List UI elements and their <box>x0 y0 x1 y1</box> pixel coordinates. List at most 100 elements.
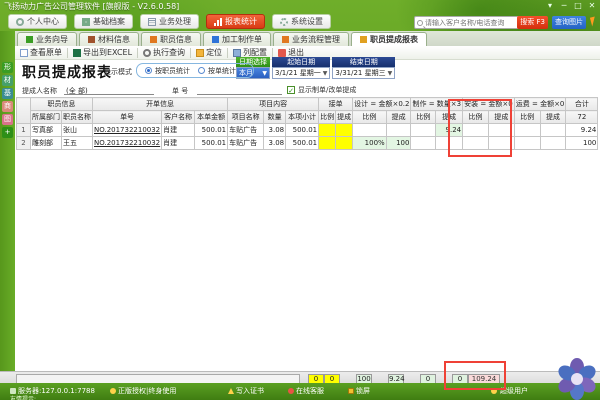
toolbar-view-order-button[interactable]: 查看原单 <box>15 47 67 58</box>
menu-item-4[interactable]: 报表统计 <box>206 14 265 29</box>
qty-cell: 3.08 <box>264 124 286 137</box>
window-close-icon[interactable]: ✕ <box>587 1 597 10</box>
status-item-label: 写入证书 <box>236 386 264 396</box>
export-excel-icon <box>73 49 81 57</box>
status-item-3[interactable]: 写入证书 <box>228 386 264 396</box>
header-sub-cell: 职员名称 <box>62 111 93 124</box>
header-sub-cell: 比例 <box>319 111 336 124</box>
user-icon <box>16 18 24 26</box>
commission-cell <box>514 124 540 137</box>
commission-cell[interactable] <box>319 137 336 150</box>
tab-bar: 业务向导 材料信息 职员信息 加工制作单 业务流程管理职员提成报表 <box>15 31 600 46</box>
image-query-button[interactable]: 查询图片 <box>552 16 586 29</box>
date-end-select[interactable]: 3/31/21 星期三▼ <box>332 67 395 79</box>
item-subtotal-cell: 500.01 <box>286 124 319 137</box>
status-item-5[interactable]: 锁屏 <box>348 386 370 396</box>
tab-label: 材料信息 <box>98 34 130 45</box>
tab-4[interactable]: 加工制作单 <box>203 32 271 46</box>
header-group-cell: 职员信息 <box>31 98 93 111</box>
tab-3[interactable]: 职员信息 <box>141 32 201 46</box>
window-controls: ▾ ─ □ ✕ <box>545 1 597 10</box>
menu-item-5[interactable]: 系统设置 <box>272 14 331 29</box>
service-icon <box>288 388 294 394</box>
menu-item-2[interactable]: 基础档案 <box>74 14 133 29</box>
display-mode-label: 显示模式 <box>104 67 132 77</box>
status-item-4[interactable]: 在线客服 <box>288 386 324 396</box>
exit-icon <box>278 49 286 57</box>
window-theme-icon[interactable]: ▾ <box>545 1 555 10</box>
quick-icon-3[interactable]: 基 <box>2 88 13 99</box>
chart-icon <box>214 18 222 26</box>
tab-2[interactable]: 材料信息 <box>79 32 139 46</box>
order-no-link[interactable]: NO.201732210032 <box>93 137 162 150</box>
locate-icon <box>196 49 204 57</box>
search-input[interactable] <box>425 19 517 27</box>
date-end-header: 结束日期 <box>332 57 395 67</box>
upload-icon <box>228 388 234 394</box>
quick-icon-2[interactable]: 材 <box>2 75 13 86</box>
left-quick-strip: 形材基商图 + <box>0 31 15 383</box>
mode-radio-1[interactable]: 按职员统计 <box>145 66 190 76</box>
display-mode-group: 按职员统计按单统计 <box>136 63 254 78</box>
person-filter-input[interactable]: (全 部) <box>64 84 154 95</box>
quick-icon-1[interactable]: 形 <box>2 62 13 73</box>
doc-icon <box>148 18 156 26</box>
tab-label: 业务流程管理 <box>292 34 340 45</box>
header-sub-cell: 提成 <box>336 111 353 124</box>
gear-icon <box>280 18 288 26</box>
commission-cell <box>540 137 566 150</box>
toolbar-button-label: 定位 <box>206 47 222 58</box>
radio-icon <box>198 67 205 74</box>
order-no-link[interactable]: NO.201732210032 <box>93 124 162 137</box>
header-group-cell: 接单 <box>319 98 353 111</box>
status-bar: 超级用户 友情提示: 服务器:127.0.0.1:7788正版授权|终身使用写入… <box>0 383 600 400</box>
toolbar-locate-button[interactable]: 定位 <box>191 47 227 58</box>
annotation-box-total-column <box>448 99 512 157</box>
quick-icon-6[interactable]: + <box>2 127 13 138</box>
chevron-down-icon: ▼ <box>388 68 393 79</box>
commission-cell[interactable] <box>319 124 336 137</box>
menu-item-1[interactable]: 个人中心 <box>8 14 67 29</box>
tab-icon <box>150 36 157 43</box>
chevron-down-icon: ▼ <box>323 68 328 79</box>
header-sub-cell: 项目名称 <box>228 111 264 124</box>
order-filter-input[interactable] <box>197 84 282 95</box>
commission-cell[interactable] <box>336 137 353 150</box>
quick-icon-4[interactable]: 商 <box>2 101 13 112</box>
date-start-select[interactable]: 3/1/21 星期一▼ <box>272 67 330 79</box>
toolbar-run-query-button[interactable]: 执行查询 <box>138 47 190 58</box>
window-maximize-icon[interactable]: □ <box>573 1 583 10</box>
menu-item-label: 基础档案 <box>93 16 125 27</box>
date-start-header: 起始日期 <box>272 57 330 67</box>
status-item-label: 锁屏 <box>356 386 370 396</box>
row-total-cell: 9.24 <box>566 124 598 137</box>
tab-label: 加工制作单 <box>222 34 262 45</box>
window-minimize-icon[interactable]: ─ <box>559 1 569 10</box>
project-cell: 车贴广告 <box>228 124 264 137</box>
header-sub-cell: 所属部门 <box>31 111 62 124</box>
row-seq-cell: 2 <box>17 137 31 150</box>
tab-label: 职员信息 <box>160 34 192 45</box>
tab-5[interactable]: 业务流程管理 <box>273 32 349 46</box>
commission-cell[interactable] <box>336 124 353 137</box>
row-total-cell: 100 <box>566 137 598 150</box>
header-sub-cell: 本项小计 <box>286 111 319 124</box>
menu-item-label: 报表统计 <box>225 16 257 27</box>
menu-item-3[interactable]: 业务处理 <box>140 14 199 29</box>
search-button[interactable]: 搜索 F3 <box>517 16 548 29</box>
status-item-2: 正版授权|终身使用 <box>110 386 176 396</box>
tab-6[interactable]: 职员提成报表 <box>351 32 427 46</box>
tab-1[interactable]: 业务向导 <box>17 32 77 46</box>
header-sub-cell: 数量 <box>264 111 286 124</box>
flower-logo <box>556 358 598 400</box>
header-group-cell: 设计 = 金额×0.2 <box>353 98 411 111</box>
customer-cell: 肖建 <box>162 124 195 137</box>
header-group-cell: 合计 <box>566 98 598 111</box>
order-filter-label: 单 号 <box>172 86 188 96</box>
toolbar-export-excel-button[interactable]: 导出到EXCEL <box>68 47 137 58</box>
quick-icon-5[interactable]: 图 <box>2 114 13 125</box>
show-make-commission-checkbox[interactable]: ✓ 显示制单/改单提成 <box>287 85 356 95</box>
mode-radio-2[interactable]: 按单统计 <box>198 66 236 76</box>
qty-cell: 3.08 <box>264 137 286 150</box>
header-group-cell: 开单信息 <box>93 98 228 111</box>
